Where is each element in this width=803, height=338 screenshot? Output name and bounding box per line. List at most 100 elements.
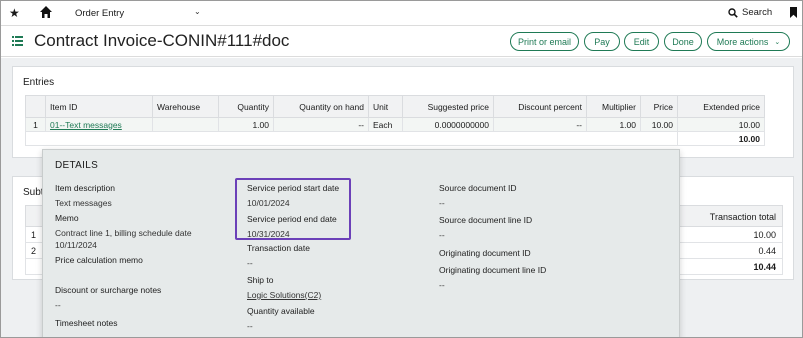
timesheet-notes-field: Timesheet notes (55, 318, 118, 328)
search-label: Search (742, 7, 773, 18)
transaction-total-cell: 0.44 (758, 246, 776, 256)
done-button[interactable]: Done (664, 32, 702, 51)
item-description-field: Item description Text messages (55, 183, 115, 208)
discount-notes-field: Discount or surcharge notes -- (55, 285, 161, 310)
col-header[interactable]: Suggested price (402, 95, 494, 118)
field-label: Source document line ID (439, 215, 533, 225)
col-header[interactable]: Quantity on hand (273, 95, 369, 118)
field-label: Source document ID (439, 183, 517, 193)
field-value: -- (439, 230, 445, 240)
extended-price-cell: 10.00 (677, 117, 765, 132)
field-label: Ship to (247, 275, 274, 285)
ship-to-link[interactable]: Logic Solutions(C2) (247, 290, 321, 300)
originating-document-id-field: Originating document ID (439, 248, 531, 258)
page-title: Contract Invoice-CONIN#111#doc (34, 31, 290, 50)
field-label: Quantity available (247, 306, 315, 316)
field-label: Service period end date (247, 214, 337, 224)
search-icon (728, 7, 738, 18)
source-document-line-id-field: Source document line ID -- (439, 215, 532, 240)
transaction-date-field: Transaction date -- (247, 243, 310, 268)
chevron-down-icon: ⌄ (774, 38, 781, 46)
warehouse-cell (152, 117, 219, 132)
chevron-down-icon[interactable]: ⌄ (194, 7, 201, 16)
source-document-id-field: Source document ID -- (439, 183, 516, 208)
field-label: Discount or surcharge notes (55, 285, 162, 295)
col-header (25, 95, 46, 118)
quantity-available-field: Quantity available -- (247, 306, 315, 331)
row-number: 2 (31, 246, 37, 256)
price-cell: 10.00 (640, 117, 678, 132)
top-bar: ★ Order Entry ⌄ Search (1, 1, 802, 26)
pay-button[interactable]: Pay (584, 32, 620, 51)
transaction-grand-total: 10.44 (753, 262, 776, 272)
col-header[interactable]: Extended price (677, 95, 765, 118)
field-value: 10/01/2024 (247, 198, 290, 208)
extended-price-total: 10.00 (677, 131, 765, 146)
item-id-cell: 01--Text messages (45, 117, 153, 132)
col-header[interactable]: Transaction total (710, 212, 776, 222)
col-header[interactable]: Warehouse (152, 95, 219, 118)
ship-to-field: Ship to Logic Solutions(C2) (247, 275, 321, 300)
field-value: 10/31/2024 (247, 229, 290, 239)
item-id-link[interactable]: 01--Text messages (50, 120, 122, 130)
row-number: 1 (31, 230, 37, 240)
memo-field: Memo Contract line 1, billing schedule d… (55, 213, 192, 250)
row-number: 1 (25, 117, 46, 132)
search-button[interactable]: Search (728, 7, 772, 18)
table-header: Item ID Warehouse Quantity Quantity on h… (25, 95, 765, 118)
field-value: -- (247, 321, 253, 331)
service-end-field: Service period end date 10/31/2024 (247, 214, 337, 239)
entries-card: Entries Item ID Warehouse Quantity Quant… (12, 66, 794, 158)
home-icon[interactable] (39, 5, 53, 19)
field-label: Price calculation memo (55, 255, 143, 265)
transaction-total-cell: 10.00 (753, 230, 776, 240)
price-calculation-memo-field: Price calculation memo (55, 255, 143, 265)
field-label: Transaction date (247, 243, 310, 253)
entries-table: Item ID Warehouse Quantity Quantity on h… (25, 95, 765, 146)
more-actions-label: More actions (716, 36, 769, 47)
title-bar: Contract Invoice-CONIN#111#doc Print or … (1, 26, 802, 57)
edit-button[interactable]: Edit (624, 32, 659, 51)
col-header[interactable]: Unit (368, 95, 403, 118)
service-start-field: Service period start date 10/01/2024 (247, 183, 339, 208)
originating-document-line-id-field: Originating document line ID -- (439, 265, 546, 290)
field-value: -- (439, 280, 445, 290)
quantity-cell: 1.00 (218, 117, 274, 132)
list-icon[interactable] (12, 36, 23, 46)
subtotals-title: Subt (23, 187, 44, 198)
more-actions-button[interactable]: More actions ⌄ (707, 32, 790, 51)
field-label: Service period start date (247, 183, 340, 193)
field-label: Originating document line ID (439, 265, 547, 275)
field-value: -- (439, 198, 445, 208)
col-header[interactable]: Price (640, 95, 678, 118)
field-label: Originating document ID (439, 248, 531, 258)
total-row: 10.00 (25, 131, 765, 146)
entries-title: Entries (23, 77, 55, 88)
qty-on-hand-cell: -- (273, 117, 369, 132)
col-header[interactable]: Item ID (45, 95, 153, 118)
field-label: Item description (55, 183, 115, 193)
multiplier-cell: 1.00 (586, 117, 641, 132)
field-label: Memo (55, 213, 79, 223)
field-value: Text messages (55, 198, 112, 208)
total-row-spacer (25, 131, 678, 146)
breadcrumb[interactable]: Order Entry (75, 8, 124, 19)
unit-cell: Each (368, 117, 403, 132)
field-label: Timesheet notes (55, 318, 118, 328)
print-or-email-button[interactable]: Print or email (510, 32, 579, 51)
suggested-price-cell: 0.0000000000 (402, 117, 494, 132)
field-value: -- (55, 300, 61, 310)
details-title: DETAILS (55, 160, 99, 171)
discount-percent-cell: -- (493, 117, 587, 132)
field-value: 10/11/2024 (55, 240, 97, 250)
col-header[interactable]: Quantity (218, 95, 274, 118)
details-popover: DETAILS Item description Text messages M… (42, 149, 680, 337)
col-header[interactable]: Multiplier (586, 95, 641, 118)
field-value: Contract line 1, billing schedule date (55, 228, 192, 238)
col-header[interactable]: Discount percent (493, 95, 587, 118)
favorite-star-icon[interactable]: ★ (9, 6, 20, 20)
window: ★ Order Entry ⌄ Search Contract Invoice-… (0, 0, 803, 338)
table-row[interactable]: 1 01--Text messages 1.00 -- Each 0.00000… (25, 117, 765, 132)
bookmark-icon[interactable] (790, 7, 797, 18)
field-value: -- (247, 258, 253, 268)
